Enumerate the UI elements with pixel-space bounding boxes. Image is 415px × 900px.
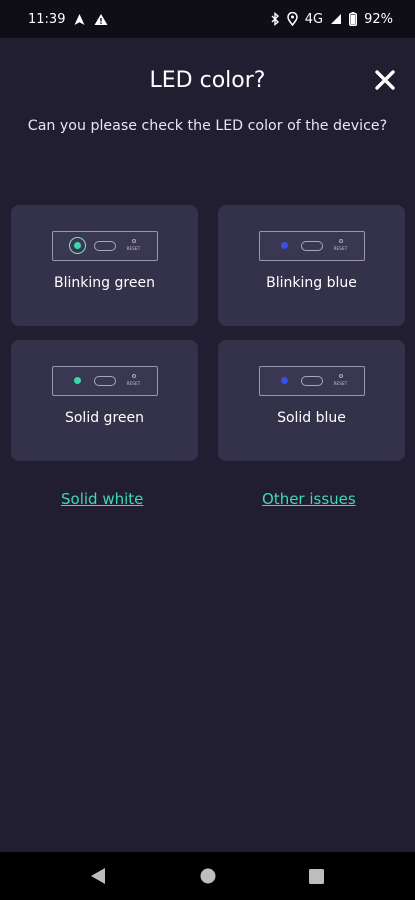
option-blinking-blue[interactable]: RESET Blinking blue xyxy=(218,205,405,326)
status-bar-right: 4G 92% xyxy=(270,12,393,27)
reset-button: RESET xyxy=(125,374,143,390)
led-indicator xyxy=(280,377,288,384)
reset-button: RESET xyxy=(332,374,350,390)
battery-percentage: 92% xyxy=(364,11,393,27)
home-button[interactable] xyxy=(196,866,220,886)
recents-button[interactable] xyxy=(304,866,328,886)
close-icon xyxy=(375,70,395,90)
navigation-icon xyxy=(73,13,86,26)
option-solid-blue[interactable]: RESET Solid blue xyxy=(218,340,405,461)
back-icon xyxy=(91,868,105,884)
other-issues-link[interactable]: Other issues xyxy=(262,490,356,508)
reset-label: RESET xyxy=(126,246,141,251)
device-illustration: RESET xyxy=(51,366,158,396)
usb-port xyxy=(93,376,116,386)
header: LED color? xyxy=(0,58,415,102)
reset-button: RESET xyxy=(125,239,143,255)
battery-icon xyxy=(349,12,358,26)
device-illustration: RESET xyxy=(51,231,158,261)
navigation-bar xyxy=(0,852,415,900)
solid-white-link[interactable]: Solid white xyxy=(61,490,143,508)
close-button[interactable] xyxy=(371,66,399,94)
led-indicator xyxy=(280,242,288,249)
option-solid-green[interactable]: RESET Solid green xyxy=(11,340,198,461)
back-button[interactable] xyxy=(86,866,110,886)
location-icon xyxy=(286,12,298,26)
network-type: 4G xyxy=(304,11,324,27)
signal-icon xyxy=(330,13,342,25)
option-label: Blinking green xyxy=(54,275,155,291)
recents-icon xyxy=(308,868,324,884)
status-time: 11:39 xyxy=(28,11,66,27)
usb-port xyxy=(93,241,116,251)
bluetooth-icon xyxy=(270,12,280,26)
status-bar: 11:39 4G 92% xyxy=(0,0,415,38)
reset-label: RESET xyxy=(333,381,348,386)
device-illustration: RESET xyxy=(258,231,365,261)
page-title: LED color? xyxy=(149,67,266,93)
reset-label: RESET xyxy=(333,246,348,251)
led-indicator xyxy=(73,242,81,249)
status-bar-left: 11:39 xyxy=(28,12,108,27)
option-label: Solid blue xyxy=(277,410,346,426)
reset-button: RESET xyxy=(332,239,350,255)
usb-port xyxy=(300,376,323,386)
option-label: Blinking blue xyxy=(266,275,357,291)
usb-port xyxy=(300,241,323,251)
led-indicator xyxy=(73,377,81,384)
home-icon xyxy=(200,868,216,884)
option-label: Solid green xyxy=(64,410,144,426)
device-illustration: RESET xyxy=(258,366,365,396)
alert-icon xyxy=(94,13,108,26)
option-blinking-green[interactable]: RESET Blinking green xyxy=(11,205,198,326)
reset-label: RESET xyxy=(126,381,141,386)
instruction-text: Can you please check the LED color of th… xyxy=(27,118,388,134)
